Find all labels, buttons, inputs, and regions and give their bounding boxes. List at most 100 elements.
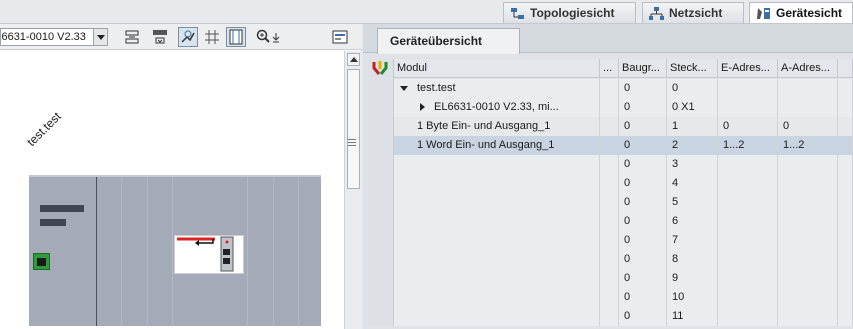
column-header-a-adresse[interactable]: A-Adres... (778, 59, 838, 78)
cell-modul[interactable] (394, 155, 600, 174)
table-row[interactable]: 04 (368, 174, 853, 193)
cell-e-adresse[interactable] (718, 231, 778, 250)
cell-steckplatz[interactable]: 11 (667, 307, 718, 326)
cell-extra[interactable] (838, 288, 853, 307)
table-row[interactable]: 07 (368, 231, 853, 250)
table-row[interactable]: 0 10 (368, 288, 853, 307)
scrollbar-thumb[interactable] (347, 69, 360, 189)
row-selector[interactable] (368, 155, 394, 174)
column-header-steckplatz[interactable]: Steck... (667, 59, 718, 78)
expand-right-icon[interactable] (420, 103, 425, 111)
cell-baugruppentraeger[interactable]: 0 (619, 136, 667, 155)
column-header-baugruppentraeger[interactable]: Baugr... (619, 59, 667, 78)
cell-modul[interactable] (394, 250, 600, 269)
table-row[interactable]: 1 Byte Ein- und Ausgang_1 0 1 0 0 (368, 117, 853, 136)
cell-modul[interactable] (394, 231, 600, 250)
cell-modul[interactable] (394, 307, 600, 326)
cell-modul[interactable] (394, 174, 600, 193)
cell-baugruppentraeger[interactable]: 0 (619, 98, 667, 117)
cell-steckplatz[interactable]: 2 (667, 136, 718, 155)
grid-icon[interactable] (202, 27, 222, 47)
cell-a-adresse[interactable] (778, 231, 838, 250)
row-selector[interactable] (368, 98, 394, 117)
cell-steckplatz[interactable]: 4 (667, 174, 718, 193)
cell-a-adresse[interactable]: 1...2 (778, 136, 838, 155)
cell-more[interactable] (600, 269, 619, 288)
cell-a-adresse[interactable] (778, 212, 838, 231)
scroll-up-icon[interactable] (347, 53, 360, 66)
cell-more[interactable] (600, 117, 619, 136)
name-icon[interactable] (150, 27, 170, 47)
cell-extra[interactable] (838, 193, 853, 212)
cell-steckplatz[interactable]: 7 (667, 231, 718, 250)
cell-steckplatz[interactable]: 9 (667, 269, 718, 288)
device-rack[interactable] (29, 175, 321, 326)
cell-a-adresse[interactable]: 0 (778, 117, 838, 136)
cell-a-adresse[interactable] (778, 174, 838, 193)
cell-steckplatz[interactable]: 3 (667, 155, 718, 174)
cell-extra[interactable] (838, 212, 853, 231)
cell-e-adresse[interactable] (718, 174, 778, 193)
row-selector[interactable] (368, 193, 394, 212)
column-header-more[interactable]: ... (600, 59, 619, 78)
cell-modul[interactable]: 1 Byte Ein- und Ausgang_1 (394, 117, 600, 136)
cell-steckplatz[interactable]: 0 (667, 79, 718, 98)
cell-extra[interactable] (838, 79, 853, 98)
row-selector[interactable] (368, 250, 394, 269)
cell-e-adresse[interactable] (718, 250, 778, 269)
cell-baugruppentraeger[interactable]: 0 (619, 307, 667, 326)
cell-a-adresse[interactable] (778, 269, 838, 288)
table-row[interactable]: 06 (368, 212, 853, 231)
tab-device-overview[interactable]: Geräteübersicht (377, 28, 520, 54)
cell-a-adresse[interactable] (778, 79, 838, 98)
cell-baugruppentraeger[interactable]: 0 (619, 269, 667, 288)
cell-extra[interactable] (838, 250, 853, 269)
cell-modul[interactable] (394, 269, 600, 288)
cell-modul[interactable] (394, 193, 600, 212)
cell-more[interactable] (600, 231, 619, 250)
vertical-scrollbar[interactable] (344, 51, 362, 329)
io-module[interactable] (174, 235, 244, 274)
cell-extra[interactable] (838, 136, 853, 155)
cell-more[interactable] (600, 98, 619, 117)
cell-extra[interactable] (838, 155, 853, 174)
table-row[interactable]: 0 11 (368, 307, 853, 326)
row-selector[interactable] (368, 174, 394, 193)
cell-e-adresse[interactable] (718, 193, 778, 212)
table-row[interactable]: 1 Word Ein- und Ausgang_1 0 2 1...2 1...2 (368, 136, 853, 155)
cell-baugruppentraeger[interactable]: 0 (619, 193, 667, 212)
zoom-icon[interactable] (254, 27, 288, 47)
tab-device-view[interactable]: Gerätesicht (749, 2, 853, 23)
cell-a-adresse[interactable] (778, 307, 838, 326)
cell-a-adresse[interactable] (778, 155, 838, 174)
page-icon[interactable] (226, 27, 246, 47)
row-selector[interactable] (368, 79, 394, 98)
row-selector[interactable] (368, 117, 394, 136)
cell-baugruppentraeger[interactable]: 0 (619, 212, 667, 231)
table-row[interactable]: 08 (368, 250, 853, 269)
cell-more[interactable] (600, 250, 619, 269)
chevron-down-icon[interactable] (93, 29, 107, 45)
column-header-modul[interactable]: Modul (394, 59, 600, 78)
cell-more[interactable] (600, 174, 619, 193)
cell-a-adresse[interactable] (778, 98, 838, 117)
cell-steckplatz[interactable]: 0 X1 (667, 98, 718, 117)
cell-baugruppentraeger[interactable]: 0 (619, 117, 667, 136)
row-selector[interactable] (368, 307, 394, 326)
cell-extra[interactable] (838, 231, 853, 250)
cell-steckplatz[interactable]: 6 (667, 212, 718, 231)
device-data-icon[interactable] (330, 27, 350, 47)
cell-baugruppentraeger[interactable]: 0 (619, 79, 667, 98)
cell-steckplatz[interactable]: 10 (667, 288, 718, 307)
table-row[interactable]: 03 (368, 155, 853, 174)
cell-e-adresse[interactable] (718, 212, 778, 231)
cell-e-adresse[interactable] (718, 155, 778, 174)
tab-topology-view[interactable]: Topologiesicht (503, 2, 636, 23)
cell-modul[interactable]: EL6631-0010 V2.33, mi... (394, 98, 600, 117)
row-selector[interactable] (368, 136, 394, 155)
row-selector[interactable] (368, 212, 394, 231)
expand-down-icon[interactable] (400, 86, 408, 91)
cell-extra[interactable] (838, 98, 853, 117)
device-select[interactable]: EL6631-0010 V2.33 (0, 28, 108, 46)
cell-steckplatz[interactable]: 8 (667, 250, 718, 269)
